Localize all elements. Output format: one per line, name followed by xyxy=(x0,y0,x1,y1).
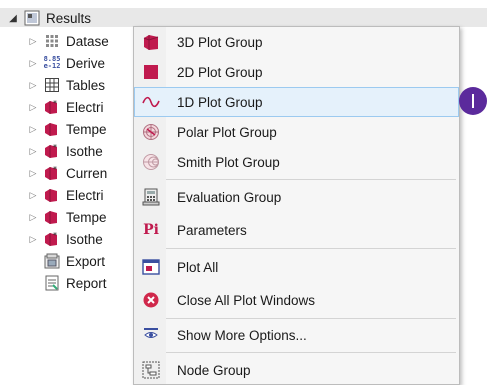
report-icon xyxy=(44,275,60,291)
tree-node-label: Results xyxy=(46,10,92,26)
dataset-icon xyxy=(44,33,60,49)
node-group-icon xyxy=(141,360,161,380)
tree-node-plot-group[interactable]: ▷ Tempe xyxy=(26,206,107,228)
menu-separator xyxy=(166,248,456,249)
tree-node-label: Derive xyxy=(66,55,106,71)
menu-item-evaluation-group[interactable]: Evaluation Group xyxy=(134,182,459,212)
tree-node-plot-group[interactable]: ▷ Tempe xyxy=(26,118,107,140)
tree-node-export[interactable]: Export xyxy=(40,250,105,272)
menu-separator xyxy=(166,318,456,319)
menu-item-close-all-plot-windows[interactable]: Close All Plot Windows xyxy=(134,285,459,315)
menu-item-label: 1D Plot Group xyxy=(177,94,263,110)
tree-node-label: Curren xyxy=(66,165,108,181)
menu-item-label: 3D Plot Group xyxy=(177,34,263,50)
menu-item-label: Polar Plot Group xyxy=(177,124,277,140)
tree-node-plot-group[interactable]: ▷ * Electri xyxy=(26,96,104,118)
parameters-icon: Pi xyxy=(143,222,159,238)
svg-text:*: * xyxy=(53,143,57,152)
3d-plot-group-icon xyxy=(141,32,161,52)
tree-node-derived-values[interactable]: ▷ 8.85 e-12 Derive xyxy=(26,52,105,74)
tree-node-reports[interactable]: Report xyxy=(40,272,107,294)
tree-node-label: Export xyxy=(66,253,106,269)
menu-item-label: Parameters xyxy=(177,222,247,238)
tree-node-label: Datase xyxy=(66,33,109,49)
menu-separator xyxy=(166,352,456,353)
cursor-bar xyxy=(472,94,474,108)
menu-item-label: Smith Plot Group xyxy=(177,154,280,170)
menu-item-show-more-options[interactable]: Show More Options... xyxy=(134,320,459,350)
plot-all-icon xyxy=(141,257,161,277)
tree-node-label: Tempe xyxy=(66,121,107,137)
expand-caret-icon[interactable]: ◢ xyxy=(6,13,20,24)
plot-group-star-icon: * xyxy=(44,231,60,247)
plot-group-star-icon: * xyxy=(44,165,60,181)
menu-item-label: Evaluation Group xyxy=(177,189,282,205)
tree-node-plot-group[interactable]: ▷ * Curren xyxy=(26,162,108,184)
tree-node-results-row[interactable]: ◢ Results xyxy=(6,7,91,29)
tree-node-plot-group[interactable]: ▷ * Isothe xyxy=(26,228,103,250)
svg-text:*: * xyxy=(53,165,57,174)
polar-plot-group-icon xyxy=(141,122,161,142)
plot-group-icon xyxy=(44,121,60,137)
tree-node-label: Tables xyxy=(66,77,106,93)
svg-text:*: * xyxy=(53,231,57,240)
collapse-caret-icon[interactable]: ▷ xyxy=(26,234,40,245)
collapse-caret-icon[interactable]: ▷ xyxy=(26,58,40,69)
menu-item-polar-plot-group[interactable]: Polar Plot Group xyxy=(134,117,459,147)
export-icon xyxy=(44,253,60,269)
collapse-caret-icon[interactable]: ▷ xyxy=(26,102,40,113)
menu-item-2d-plot-group[interactable]: 2D Plot Group xyxy=(134,57,459,87)
table-icon xyxy=(44,77,60,93)
collapse-caret-icon[interactable]: ▷ xyxy=(26,124,40,135)
tree-node-plot-group[interactable]: ▷ Electri xyxy=(26,184,104,206)
derived-values-icon: 8.85 e-12 xyxy=(43,55,61,70)
plot-group-icon xyxy=(44,187,60,203)
2d-plot-group-icon xyxy=(141,62,161,82)
plot-group-icon xyxy=(44,209,60,225)
tree-node-tables[interactable]: ▷ Tables xyxy=(26,74,106,96)
plot-group-star-icon: * xyxy=(44,143,60,159)
collapse-caret-icon[interactable]: ▷ xyxy=(26,168,40,179)
menu-item-parameters[interactable]: Pi Parameters xyxy=(134,215,459,245)
evaluation-group-icon xyxy=(141,187,161,207)
tree-node-label: Tempe xyxy=(66,209,107,225)
menu-item-label: Node Group xyxy=(177,362,251,378)
smith-plot-group-icon xyxy=(141,152,161,172)
menu-item-3d-plot-group[interactable]: 3D Plot Group xyxy=(134,27,459,57)
tree-node-label: Isothe xyxy=(66,143,103,159)
tree-node-label: Electri xyxy=(66,99,104,115)
results-folder-icon xyxy=(24,10,40,26)
collapse-caret-icon[interactable]: ▷ xyxy=(26,36,40,47)
context-menu: 3D Plot Group 2D Plot Group 1D Plot Grou… xyxy=(133,26,460,385)
collapse-caret-icon[interactable]: ▷ xyxy=(26,190,40,201)
1d-plot-group-icon xyxy=(141,92,161,112)
tree-node-label: Report xyxy=(66,275,107,291)
menu-item-label: Plot All xyxy=(177,259,219,275)
menu-separator xyxy=(166,179,456,180)
tree-node-plot-group[interactable]: ▷ * Isothe xyxy=(26,140,103,162)
menu-item-smith-plot-group[interactable]: Smith Plot Group xyxy=(134,147,459,177)
plot-group-star-icon: * xyxy=(44,99,60,115)
menu-item-plot-all[interactable]: Plot All xyxy=(134,252,459,282)
tree-node-datasets[interactable]: ▷ Datase xyxy=(26,30,109,52)
tree-node-label: Electri xyxy=(66,187,104,203)
more-options-icon xyxy=(141,325,161,345)
svg-text:*: * xyxy=(53,99,57,108)
menu-item-label: Close All Plot Windows xyxy=(177,292,316,308)
collapse-caret-icon[interactable]: ▷ xyxy=(26,212,40,223)
collapse-caret-icon[interactable]: ▷ xyxy=(26,80,40,91)
menu-item-1d-plot-group[interactable]: 1D Plot Group xyxy=(134,87,459,117)
menu-item-label: 2D Plot Group xyxy=(177,64,263,80)
menu-item-label: Show More Options... xyxy=(177,327,307,343)
tree-node-label: Isothe xyxy=(66,231,103,247)
close-all-icon xyxy=(141,290,161,310)
collapse-caret-icon[interactable]: ▷ xyxy=(26,146,40,157)
text-cursor-indicator-icon xyxy=(459,87,487,115)
menu-item-node-group[interactable]: Node Group xyxy=(134,355,459,385)
